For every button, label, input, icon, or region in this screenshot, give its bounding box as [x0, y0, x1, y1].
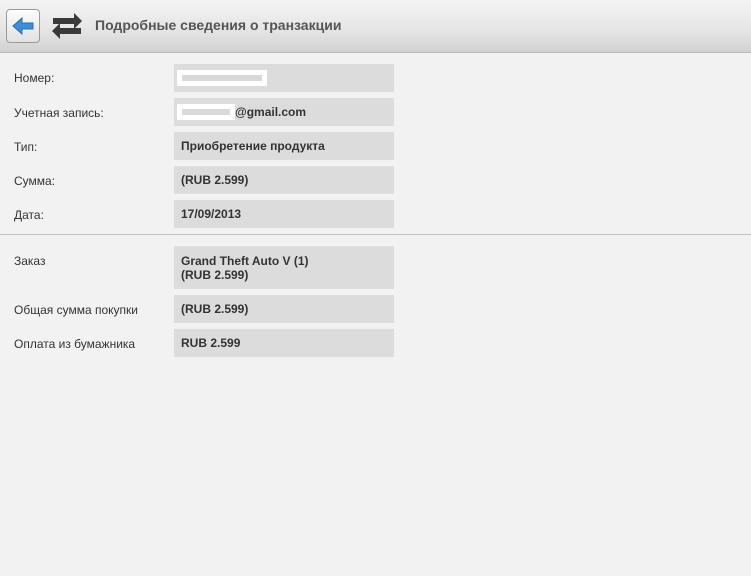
order-label: Заказ: [14, 254, 46, 268]
account-label: Учетная запись:: [14, 106, 104, 120]
page-title: Подробные сведения о транзакции: [95, 17, 342, 33]
title-bar: Подробные сведения о транзакции: [0, 0, 751, 53]
number-value: [174, 64, 394, 92]
total-label: Общая сумма покупки: [14, 303, 138, 317]
wallet-label: Оплата из бумажника: [14, 337, 136, 351]
type-value: Приобретение продукта: [174, 132, 394, 160]
total-text: (RUB 2.599): [181, 302, 249, 316]
arrow-left-icon: [12, 16, 34, 36]
order-item: Grand Theft Auto V (1): [181, 253, 309, 268]
total-value: (RUB 2.599): [174, 295, 394, 323]
date-label: Дата:: [14, 208, 44, 222]
redacted-email-user: [177, 104, 235, 120]
date-text: 17/09/2013: [181, 207, 242, 221]
back-button[interactable]: [6, 9, 40, 43]
order-price: (RUB 2.599): [181, 267, 249, 282]
order-value: Grand Theft Auto V (1) (RUB 2.599): [174, 246, 394, 289]
date-value: 17/09/2013: [174, 200, 394, 228]
account-value: @gmail.com: [174, 98, 394, 126]
wallet-value: RUB 2.599: [174, 329, 394, 357]
wallet-text: RUB 2.599: [181, 336, 241, 350]
type-label: Тип:: [14, 140, 38, 154]
email-domain: @gmail.com: [235, 105, 307, 119]
amount-value: (RUB 2.599): [174, 166, 394, 194]
amount-text: (RUB 2.599): [181, 173, 249, 187]
redacted-number: [177, 70, 267, 86]
number-label: Номер:: [14, 71, 55, 85]
swap-arrows-icon: [52, 13, 82, 39]
type-text: Приобретение продукта: [181, 139, 325, 153]
section-divider: [0, 234, 751, 235]
amount-label: Сумма:: [14, 174, 56, 188]
